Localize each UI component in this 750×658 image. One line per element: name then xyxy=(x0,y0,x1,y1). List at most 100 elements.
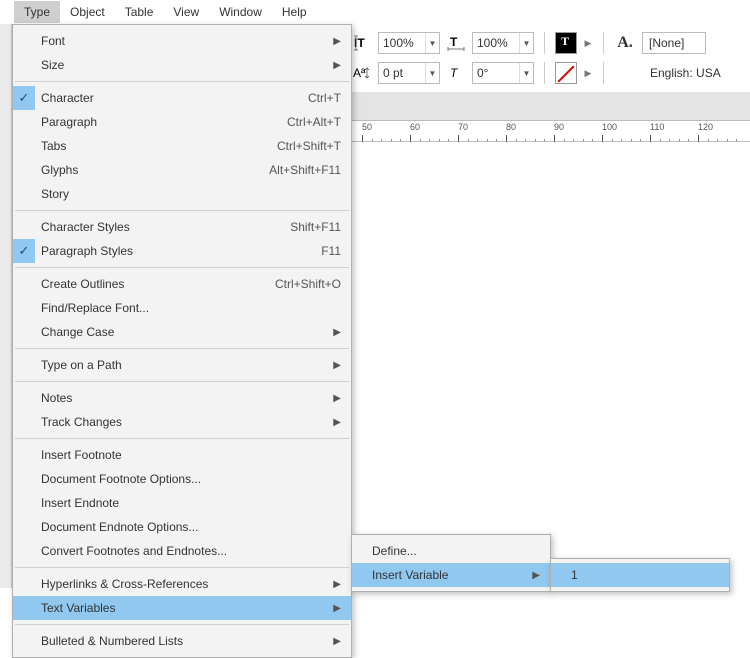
panel-background xyxy=(352,92,750,120)
baseline-shift-value: 0 pt xyxy=(379,66,425,80)
menu-separator xyxy=(15,438,349,439)
left-panel-sliver xyxy=(0,24,12,588)
chevron-right-icon[interactable]: ▶ xyxy=(583,63,593,83)
chevron-down-icon: ▼ xyxy=(519,63,533,83)
type-menu-paragraph-styles[interactable]: ✓Paragraph StylesF11 xyxy=(13,239,351,263)
fill-swatch[interactable]: T xyxy=(555,32,577,54)
type-menu-character[interactable]: ✓ Character Ctrl+T xyxy=(13,86,351,110)
skew-combo[interactable]: 0° ▼ xyxy=(472,62,534,84)
textvar-menu-define[interactable]: Define... xyxy=(352,539,550,563)
menu-item-label: Size xyxy=(41,58,323,72)
type-menu-paragraph[interactable]: ParagraphCtrl+Alt+T xyxy=(13,110,351,134)
submenu-arrow-icon: ▶ xyxy=(323,603,341,614)
type-menu-tabs[interactable]: Tabs Ctrl+Shift+T xyxy=(13,134,351,158)
menu-item-label: Tabs xyxy=(41,139,267,153)
stroke-swatch[interactable] xyxy=(555,62,577,84)
baseline-shift-combo[interactable]: 0 pt ▼ xyxy=(378,62,440,84)
control-panel: IT 100% ▼ T 100% ▼ T ▶ A. [None] Aª 0 pt… xyxy=(352,30,750,90)
character-style-value: [None] xyxy=(649,36,684,50)
check-icon: ✓ xyxy=(13,239,35,263)
type-menu-change-case[interactable]: Change Case▶ xyxy=(13,320,351,344)
type-menu-notes[interactable]: Notes▶ xyxy=(13,386,351,410)
menu-view[interactable]: View xyxy=(163,1,209,23)
menu-shortcut: Ctrl+Shift+O xyxy=(275,277,341,291)
submenu-arrow-icon: ▶ xyxy=(323,360,341,371)
divider xyxy=(603,32,604,54)
type-menu-create-outlines: Create Outlines Ctrl+Shift+O xyxy=(13,272,351,296)
type-menu-hyperlinks-cross-references[interactable]: Hyperlinks & Cross-References▶ xyxy=(13,572,351,596)
type-menu-character-styles[interactable]: Character Styles Shift+F11 xyxy=(13,215,351,239)
menu-object[interactable]: Object xyxy=(60,1,115,23)
language-value: English: USA xyxy=(650,66,721,80)
skew-icon: T xyxy=(446,63,466,83)
menu-item-label: Paragraph Styles xyxy=(41,244,311,258)
menu-item-label: Change Case xyxy=(41,325,323,339)
menu-item-label: Create Outlines xyxy=(41,277,265,291)
menu-window[interactable]: Window xyxy=(209,1,272,23)
check-icon: ✓ xyxy=(13,86,35,110)
submenu-arrow-icon: ▶ xyxy=(323,417,341,428)
menu-item-label: Character xyxy=(41,91,298,105)
type-menu-track-changes[interactable]: Track Changes▶ xyxy=(13,410,351,434)
character-style-combo[interactable]: [None] xyxy=(642,32,706,54)
menu-shortcut: Ctrl+T xyxy=(308,91,341,105)
type-menu-story[interactable]: Story xyxy=(13,182,351,206)
char-style-icon: A. xyxy=(614,32,636,54)
divider xyxy=(544,32,545,54)
horizontal-scale-combo[interactable]: 100% ▼ xyxy=(472,32,534,54)
menu-type[interactable]: Type xyxy=(14,1,60,23)
menu-item-label: Insert Footnote xyxy=(41,448,341,462)
menubar: TypeObjectTableViewWindowHelp xyxy=(14,0,317,24)
menu-shortcut: Ctrl+Shift+T xyxy=(277,139,341,153)
type-menu-insert-footnote[interactable]: Insert Footnote xyxy=(13,443,351,467)
insertvar-menu-1[interactable]: 1 xyxy=(551,563,729,587)
type-menu-bulleted-numbered-lists[interactable]: Bulleted & Numbered Lists▶ xyxy=(13,629,351,653)
menu-item-label: Glyphs xyxy=(41,163,259,177)
menu-shortcut: Shift+F11 xyxy=(290,220,341,234)
svg-text:Aª: Aª xyxy=(353,66,366,80)
submenu-arrow-icon: ▶ xyxy=(323,327,341,338)
type-menu-convert-footnotes-and-endnotes[interactable]: Convert Footnotes and Endnotes... xyxy=(13,539,351,563)
menu-item-label: Paragraph xyxy=(41,115,277,129)
language-combo[interactable]: English: USA xyxy=(644,62,727,84)
svg-text:T: T xyxy=(450,66,459,80)
menu-item-label: Document Endnote Options... xyxy=(41,520,341,534)
menu-separator xyxy=(15,81,349,82)
menu-item-label: 1 xyxy=(571,568,719,582)
submenu-arrow-icon: ▶ xyxy=(323,393,341,404)
text-variables-submenu: Define...Insert Variable▶ xyxy=(351,534,551,592)
type-menu-font[interactable]: Font▶ xyxy=(13,29,351,53)
type-menu-glyphs[interactable]: GlyphsAlt+Shift+F11 xyxy=(13,158,351,182)
type-menu-size[interactable]: Size▶ xyxy=(13,53,351,77)
submenu-arrow-icon: ▶ xyxy=(323,60,341,71)
menu-separator xyxy=(15,348,349,349)
menu-item-label: Track Changes xyxy=(41,415,323,429)
menu-help[interactable]: Help xyxy=(272,1,317,23)
skew-value: 0° xyxy=(473,66,519,80)
menu-table[interactable]: Table xyxy=(115,1,164,23)
vertical-scale-value: 100% xyxy=(379,36,425,50)
divider xyxy=(544,62,545,84)
menu-item-label: Notes xyxy=(41,391,323,405)
chevron-right-icon[interactable]: ▶ xyxy=(583,33,593,53)
vertical-scale-combo[interactable]: 100% ▼ xyxy=(378,32,440,54)
chevron-down-icon: ▼ xyxy=(425,33,439,53)
horizontal-scale-value: 100% xyxy=(473,36,519,50)
type-menu-insert-endnote: Insert Endnote xyxy=(13,491,351,515)
menu-item-label: Story xyxy=(41,187,341,201)
type-menu-find-replace-font[interactable]: Find/Replace Font... xyxy=(13,296,351,320)
menu-item-label: Insert Variable xyxy=(372,568,522,582)
type-menu-document-footnote-options[interactable]: Document Footnote Options... xyxy=(13,467,351,491)
textvar-menu-insert-variable[interactable]: Insert Variable▶ xyxy=(352,563,550,587)
type-menu-text-variables[interactable]: Text Variables▶ xyxy=(13,596,351,620)
chevron-down-icon: ▼ xyxy=(519,33,533,53)
type-menu-document-endnote-options[interactable]: Document Endnote Options... xyxy=(13,515,351,539)
type-menu-type-on-a-path[interactable]: Type on a Path▶ xyxy=(13,353,351,377)
document-canvas[interactable] xyxy=(352,142,750,588)
menu-item-label: Text Variables xyxy=(41,601,323,615)
submenu-arrow-icon: ▶ xyxy=(323,36,341,47)
menu-separator xyxy=(15,267,349,268)
insert-variable-submenu: 1 xyxy=(550,558,730,592)
menu-item-label: Character Styles xyxy=(41,220,280,234)
horizontal-ruler[interactable]: 5060708090100110120 xyxy=(352,120,750,142)
